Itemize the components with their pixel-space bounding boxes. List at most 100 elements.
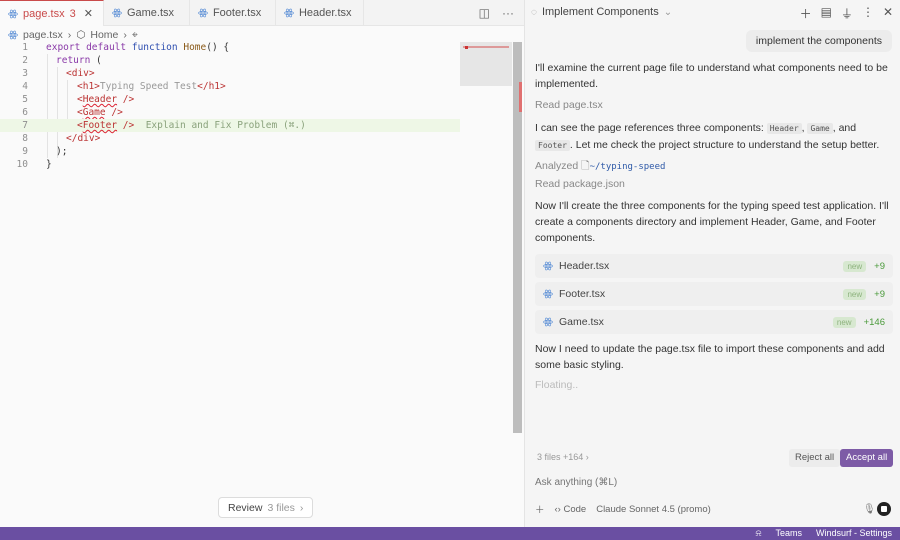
mode-selector[interactable]: ‹› Code [555,504,587,515]
code-line: 8 </div> [22,133,101,144]
more-icon[interactable]: ⋮ [862,5,874,22]
chevron-right-icon: › [299,501,304,514]
code-editor[interactable]: 1 export default function Home() { 2 retur… [0,41,460,171]
status-bar: ⍾ Teams Windsurf - Settings [0,527,900,540]
code-icon: ‹› [554,503,561,515]
new-badge: new [843,260,867,272]
analyzed-path: ~/typing-speed [589,162,666,172]
assistant-message: Now I'll create the three components for… [535,200,889,244]
more-actions-icon[interactable]: ··· [502,6,514,20]
cube-icon: ⬡ [76,29,86,41]
file-change-card[interactable]: Footer.tsx new +9 [535,282,893,306]
code-line: 3 <div> [22,68,95,79]
review-button[interactable]: Review 3 files › [218,497,314,518]
assistant-message: I can see the page references three comp… [535,122,880,151]
accept-all-button[interactable]: Accept all [840,449,894,467]
lines-added: +9 [874,288,885,300]
assistant-message: I'll examine the current page file to un… [535,62,888,90]
file-change-card[interactable]: Header.tsx new +9 [535,254,893,278]
minimap-error-line [463,46,509,48]
react-icon [112,8,122,18]
chat-title-label: Implement Components [541,6,659,18]
react-icon [198,8,208,18]
chevron-right-icon: › [123,29,127,41]
review-count: 3 files [267,501,295,514]
lines-added: +9 [874,260,885,272]
status-teams[interactable]: Teams [775,528,802,539]
code-line: 10} [16,159,52,170]
file-name: Header.tsx [559,260,610,272]
react-icon [284,8,294,18]
code-line: 1 export default function Home() { [22,42,230,53]
cascade-panel: ◌ Implement Components ⌄ ＋ ▤ ⏚ ⋮ ✕ imple… [524,0,900,527]
spinner-icon: ◌ [531,6,537,18]
assistant-message: Now I need to update the page.tsx file t… [535,343,885,371]
breadcrumb-symbol[interactable]: Home [90,29,118,41]
tab-label: page.tsx [23,7,65,20]
review-label: Review [228,501,263,514]
code-line: 9); [22,146,68,157]
plug-icon[interactable]: ⏚ [841,5,853,22]
quick-fix-hint[interactable]: Explain and Fix Problem (⌘.) [146,120,306,131]
microphone-icon[interactable]: 🎙 [863,504,876,515]
code-chip: Header [766,123,802,134]
close-icon[interactable]: ✕ [84,7,93,20]
react-icon [543,261,553,271]
close-icon[interactable]: ✕ [883,5,893,22]
input-toolbar: ＋ ‹› Code Claude Sonnet 4.5 (promo) [535,502,711,517]
scrollbar-error-marker [519,82,522,112]
react-icon [543,317,553,327]
tool-step[interactable]: Read page.tsx [535,97,895,113]
file-name: Game.tsx [559,316,604,328]
status-app-settings[interactable]: Windsurf - Settings [816,528,892,539]
stop-button[interactable] [877,502,891,516]
tab-bar: page.tsx 3 ✕ Game.tsx Footer.tsx Header.… [0,0,524,26]
chat-actions: ＋ ▤ ⏚ ⋮ ✕ [800,5,893,22]
chevron-right-icon: › [67,29,72,41]
generation-status: Floating.. [535,379,579,391]
new-badge: new [832,316,856,328]
editor-pane: page.tsx 3 ✕ Game.tsx Footer.tsx Header.… [0,0,524,527]
chat-input[interactable] [533,472,893,494]
tool-step[interactable]: Analyzed 🗋~/typing-speed [535,158,895,175]
code-line: 6 <Game /> [22,107,123,118]
chat-title[interactable]: ◌ Implement Components ⌄ [531,6,672,18]
tab-footer-tsx[interactable]: Footer.tsx [190,0,276,26]
history-icon[interactable]: ▤ [821,5,832,22]
tab-error-count: 3 [69,7,76,20]
tab-label: Header.tsx [298,7,352,19]
reject-all-button[interactable]: Reject all [789,449,841,467]
editor-actions: ◫ ··· [479,0,514,26]
chevron-down-icon: ⌄ [663,6,673,18]
plus-icon[interactable]: ＋ [800,5,812,22]
bell-icon[interactable]: ⍾ [755,528,761,539]
code-line: 5 <Header /> [22,94,135,105]
tool-step[interactable]: Read package.json [535,176,895,192]
breadcrumb-file[interactable]: page.tsx [23,29,63,41]
chat-header: ◌ Implement Components ⌄ ＋ ▤ ⏚ ⋮ ✕ [525,0,900,24]
tab-header-tsx[interactable]: Header.tsx [276,0,364,26]
react-icon [8,9,18,18]
symbol-icon[interactable]: ⌖ [132,29,138,42]
split-editor-icon[interactable]: ◫ [479,6,490,20]
breadcrumb: page.tsx › ⬡ Home › ⌖ [8,28,138,42]
lines-added: +146 [863,316,885,328]
react-icon [8,30,18,40]
plus-icon[interactable]: ＋ [535,502,545,516]
code-chip: Footer [535,140,570,151]
minimap[interactable] [460,42,512,86]
tab-label: Footer.tsx [212,7,262,19]
file-name: Footer.tsx [559,288,606,300]
changes-summary[interactable]: 3 files +164 › [537,452,589,462]
tab-label: Game.tsx [126,7,175,19]
new-badge: new [843,288,867,300]
minimap-error-marker [465,46,468,49]
user-message: implement the components [745,30,892,52]
model-selector[interactable]: Claude Sonnet 4.5 (promo) [596,504,711,515]
code-line: 2 return ( [22,55,102,66]
tab-game-tsx[interactable]: Game.tsx [104,0,190,26]
folder-icon: 🗋 [581,160,590,172]
code-line-highlighted: 7 <Footer /> Explain and Fix Problem (⌘.) [0,119,460,132]
file-change-card[interactable]: Game.tsx new +146 [535,310,893,334]
tab-page-tsx[interactable]: page.tsx 3 ✕ [0,0,104,26]
